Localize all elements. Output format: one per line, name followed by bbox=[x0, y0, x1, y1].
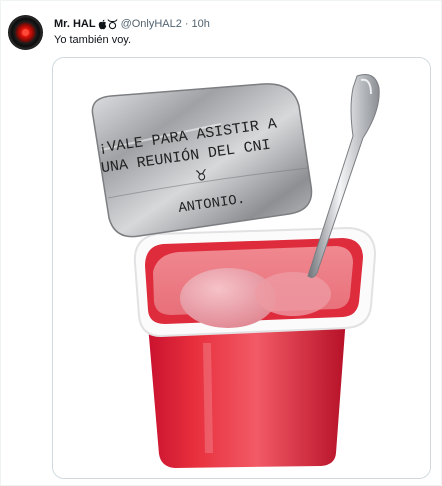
tweet-media[interactable]: ¡VALE PARA ASISTIR A UNA REUNIÓN DEL CNI… bbox=[52, 57, 431, 479]
display-name[interactable]: Mr. HAL bbox=[54, 16, 96, 32]
yogurt-photo: ¡VALE PARA ASISTIR A UNA REUNIÓN DEL CNI… bbox=[53, 58, 430, 478]
tweet[interactable]: Mr. HAL @OnlyHAL2 · 10h Yo también voy. bbox=[0, 0, 442, 486]
name-icons bbox=[98, 18, 118, 30]
tweet-header: Mr. HAL @OnlyHAL2 · 10h bbox=[54, 16, 210, 32]
timestamp[interactable]: 10h bbox=[192, 16, 210, 32]
separator-dot: · bbox=[184, 18, 189, 30]
taurus-icon bbox=[107, 19, 118, 30]
foil-lid: ¡VALE PARA ASISTIR A UNA REUNIÓN DEL CNI… bbox=[91, 83, 313, 238]
user-handle[interactable]: @OnlyHAL2 bbox=[121, 16, 182, 32]
avatar[interactable] bbox=[8, 15, 43, 50]
apple-icon bbox=[98, 19, 106, 29]
tweet-text: Yo también voy. bbox=[54, 34, 132, 46]
